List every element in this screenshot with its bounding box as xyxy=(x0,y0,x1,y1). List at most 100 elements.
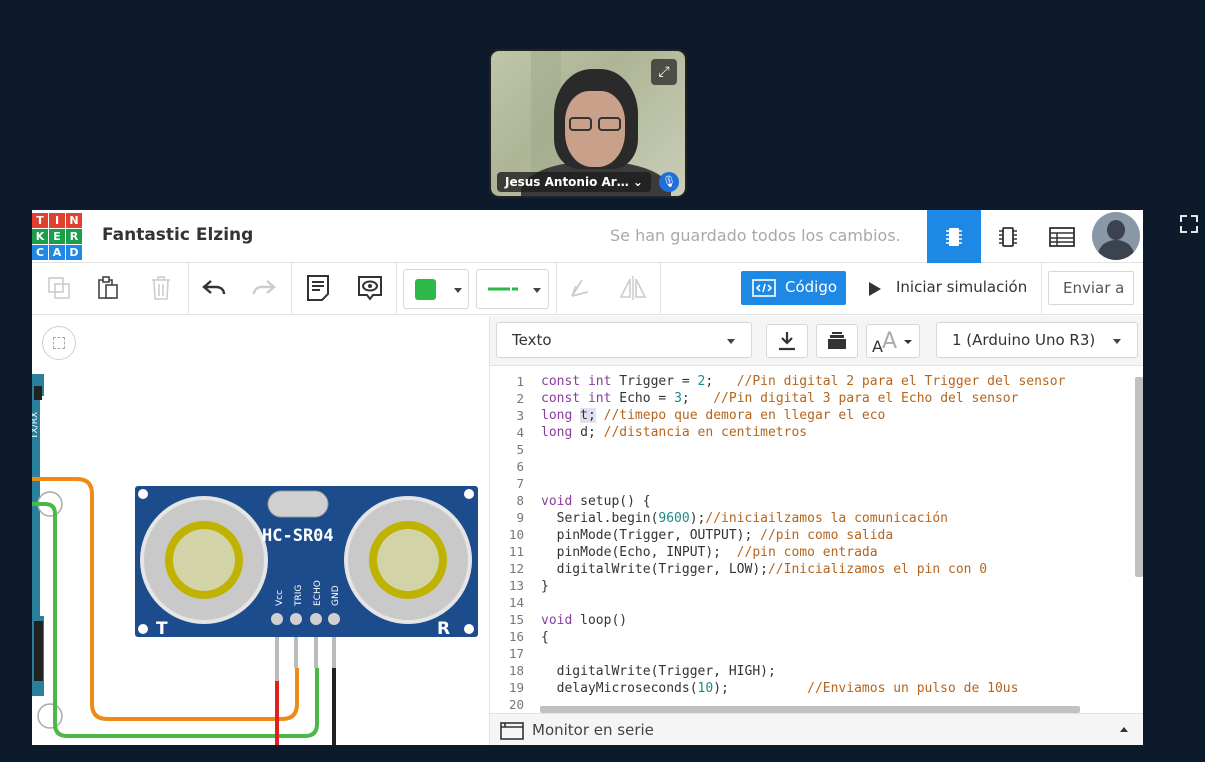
line-number: 3 xyxy=(516,408,524,423)
line-number: 17 xyxy=(508,646,524,661)
code-line-19[interactable]: delayMicroseconds(10); //Enviamos un pul… xyxy=(541,681,1019,696)
logo-letter: N xyxy=(66,213,82,228)
transmitter-label: T xyxy=(156,619,168,639)
logo-letter: E xyxy=(49,229,65,244)
participant-name: Jesus Antonio Ar… xyxy=(505,175,629,189)
line-number: 10 xyxy=(508,527,524,542)
font-size-button[interactable]: AA xyxy=(866,324,920,358)
library-icon xyxy=(828,332,846,349)
board-select-label: 1 (Arduino Uno R3) xyxy=(952,331,1096,349)
code-line-12[interactable]: digitalWrite(Trigger, LOW);//Inicializam… xyxy=(541,562,988,577)
fullscreen-icon[interactable] xyxy=(1174,212,1204,242)
line-number: 18 xyxy=(508,663,524,678)
code-line-15[interactable]: void loop() xyxy=(541,613,627,628)
chevron-up-icon[interactable] xyxy=(1120,727,1128,732)
redo-icon[interactable] xyxy=(249,273,279,303)
board-select[interactable]: 1 (Arduino Uno R3) xyxy=(936,322,1138,358)
logo-letter: K xyxy=(32,229,48,244)
download-button[interactable] xyxy=(766,324,808,358)
chevron-down-icon xyxy=(1113,339,1121,344)
annotation-visibility-icon[interactable] xyxy=(355,273,385,303)
participant-video[interactable]: ⤢ Jesus Antonio Ar… ⌄ 🎙 xyxy=(489,49,687,198)
top-bar: TIN KER CAD Fantastic Elzing Se han guarda… xyxy=(32,210,1143,263)
screen: ⤢ Jesus Antonio Ar… ⌄ 🎙 TINKERCAD Fantas… xyxy=(0,0,1205,762)
send-to-button[interactable]: Enviar a xyxy=(1048,271,1134,305)
sensor-pins xyxy=(275,636,336,681)
line-number: 1 xyxy=(516,374,524,389)
hc-sr04-sensor[interactable] xyxy=(135,486,478,637)
code-line-9[interactable]: Serial.begin(9600);//iniciailzamos la co… xyxy=(541,511,948,526)
chip-icon xyxy=(999,226,1017,247)
arduino-board[interactable]: TX/RX xyxy=(32,374,63,729)
tinkercad-window: TINKERCAD Fantastic Elzing Se han guarda… xyxy=(32,210,1143,745)
code-button-label: Código xyxy=(785,278,838,296)
code-panel: Texto AA 1 (Arduino Uno R3) 1234 5 6 7 8… xyxy=(489,316,1143,745)
delete-icon[interactable] xyxy=(146,273,176,303)
note-icon[interactable] xyxy=(303,273,333,303)
chevron-down-icon xyxy=(727,339,735,344)
line-number: 8 xyxy=(516,493,524,508)
expand-video-icon[interactable]: ⤢ xyxy=(651,59,677,85)
line-number: 19 xyxy=(508,680,524,695)
toolbar: Código Iniciar simulación Enviar a xyxy=(32,263,1143,315)
tinkercad-logo[interactable]: TIN KER CAD xyxy=(32,213,82,261)
code-line-13[interactable]: } xyxy=(541,579,549,594)
chevron-down-icon xyxy=(454,288,462,293)
vertical-scrollbar[interactable] xyxy=(1135,377,1143,577)
pin-label-gnd: GND xyxy=(331,585,341,606)
code-mode-select[interactable]: Texto xyxy=(496,322,752,358)
library-button[interactable] xyxy=(816,324,858,358)
color-dropdown[interactable] xyxy=(403,269,469,309)
code-line-2[interactable]: const int Echo = 3; //Pin digital 3 para… xyxy=(541,391,1018,406)
code-line-3[interactable]: long t; //timepo que demora en llegar el… xyxy=(541,408,885,423)
code-line-18[interactable]: digitalWrite(Trigger, HIGH); xyxy=(541,664,776,679)
paste-icon[interactable] xyxy=(93,273,123,303)
project-title[interactable]: Fantastic Elzing xyxy=(102,225,253,245)
color-swatch xyxy=(415,279,436,300)
code-button[interactable]: Código xyxy=(741,271,846,305)
save-status: Se han guardado todos los cambios. xyxy=(610,226,901,245)
microphone-icon: 🎙 xyxy=(659,172,679,192)
chevron-down-icon xyxy=(533,288,541,293)
line-number: 2 xyxy=(516,391,524,406)
rotate-icon[interactable] xyxy=(565,273,595,303)
code-mode-label: Texto xyxy=(512,331,552,349)
serial-monitor-bar[interactable]: Monitor en serie xyxy=(490,713,1143,745)
code-line-4[interactable]: long d; //distancia en centimetros xyxy=(541,425,807,440)
code-line-16[interactable]: { xyxy=(541,630,549,645)
component-list-button[interactable] xyxy=(1035,210,1089,263)
logo-letter: C xyxy=(32,245,48,260)
code-editor[interactable]: 1 2 3 4 5 6 7 8 9 10 11 12 13 14 15 16 17 18 19 20 const in… xyxy=(490,367,1143,713)
receiver-label: R xyxy=(437,619,450,639)
person-glasses xyxy=(569,117,623,131)
circuit-canvas[interactable]: TX/RX HC-SR04 Vcc TRIG ECHO GND T R xyxy=(32,316,488,745)
logo-letter: D xyxy=(66,245,82,260)
line-number: 4 xyxy=(516,425,524,440)
undo-icon[interactable] xyxy=(199,273,229,303)
participant-name-label[interactable]: Jesus Antonio Ar… ⌄ xyxy=(497,172,651,192)
copy-icon[interactable] xyxy=(44,273,74,303)
code-icon xyxy=(752,279,776,297)
chevron-down-icon: ⌄ xyxy=(632,175,643,189)
code-line-10[interactable]: pinMode(Trigger, OUTPUT); //pin como sal… xyxy=(541,528,894,543)
code-line-8[interactable]: void setup() { xyxy=(541,494,651,509)
code-line-11[interactable]: pinMode(Echo, INPUT); //pin como entrada xyxy=(541,545,878,560)
flip-icon[interactable] xyxy=(618,273,648,303)
line-number: 20 xyxy=(508,697,524,712)
serial-monitor-icon xyxy=(500,722,524,740)
code-line-1[interactable]: const int Trigger = 2; //Pin digital 2 p… xyxy=(541,374,1065,389)
logo-letter: T xyxy=(32,213,48,228)
board-edge-text: TX/RX xyxy=(32,412,40,440)
user-avatar[interactable] xyxy=(1092,212,1140,260)
line-number-gutter: 1 2 3 4 5 6 7 8 9 10 11 12 13 14 15 16 17 18 19 20 xyxy=(490,367,530,713)
horizontal-scrollbar[interactable] xyxy=(540,706,1080,713)
line-number: 12 xyxy=(508,561,524,576)
logo-letter: R xyxy=(66,229,82,244)
start-simulation-button[interactable]: Iniciar simulación xyxy=(852,271,1037,305)
line-number: 6 xyxy=(516,459,524,474)
wire-style-icon xyxy=(488,287,518,291)
wire-style-dropdown[interactable] xyxy=(476,269,549,309)
schematic-view-button[interactable] xyxy=(981,210,1035,263)
code-panel-header: Texto AA 1 (Arduino Uno R3) xyxy=(490,316,1143,366)
circuit-view-button[interactable] xyxy=(927,210,981,263)
